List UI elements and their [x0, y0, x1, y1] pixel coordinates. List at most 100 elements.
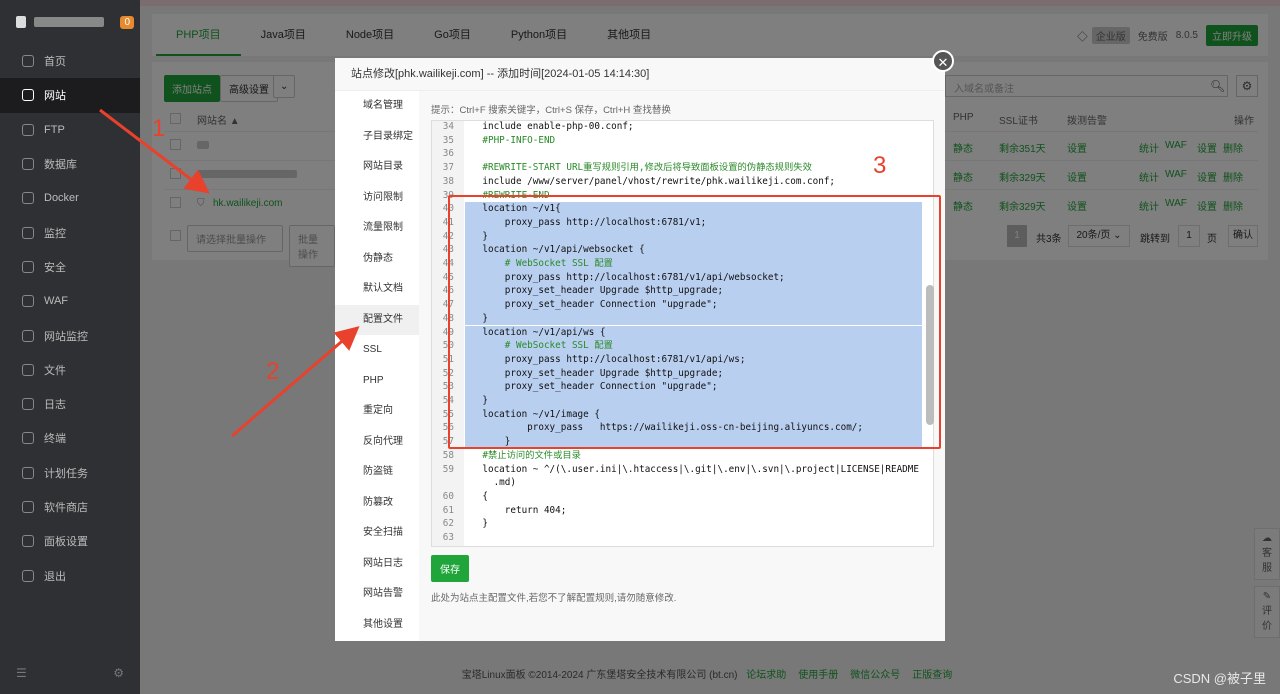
server-name-blurred: [34, 17, 104, 27]
sidebar-item-13[interactable]: 软件商店: [0, 490, 140, 524]
dialog-menu-item-11[interactable]: 反向代理: [335, 427, 419, 458]
close-icon[interactable]: ✕: [932, 50, 954, 72]
database-icon: [22, 158, 34, 171]
code-line: 59 location ~ ^/(\.user.ini|\.htaccess|\…: [432, 463, 922, 477]
dialog-menu-item-0[interactable]: 域名管理: [335, 91, 419, 122]
code-line: 61 return 404;: [432, 504, 922, 518]
code-text: include /www/server/panel/vhost/rewrite/…: [460, 175, 836, 187]
sidebar-menu: 首页网站 FTP 数据库 Docker 监控安全 WAF 网站监控文件日志终端计划任务 软件商…: [0, 44, 140, 593]
code-text: include enable-php-00.conf;: [460, 121, 634, 132]
settings-gear-icon[interactable]: ⚙: [113, 666, 124, 680]
sidebar-item-6[interactable]: 安全: [0, 250, 140, 284]
notification-count-badge[interactable]: 0: [120, 15, 134, 29]
dialog-menu-item-15[interactable]: 网站日志: [335, 549, 419, 580]
terminal-icon: [22, 432, 34, 445]
settings-icon: [22, 535, 34, 548]
dialog-menu-item-10[interactable]: 重定向: [335, 396, 419, 427]
save-button[interactable]: 保存: [431, 555, 469, 582]
editor-tip: 提示：Ctrl+F 搜索关键字，Ctrl+S 保存，Ctrl+H 查找替换: [431, 105, 671, 116]
sidebar-item-12[interactable]: 计划任务: [0, 456, 140, 490]
sidebar-item-11[interactable]: 终端: [0, 421, 140, 455]
sidebar-item-14[interactable]: 面板设置: [0, 524, 140, 558]
code-line: 36: [432, 147, 922, 161]
sidebar-item-10[interactable]: 日志: [0, 387, 140, 421]
line-number: 63: [442, 532, 454, 543]
sidebar-item-7[interactable]: WAF: [0, 284, 140, 318]
annotation-number-1: 1: [152, 115, 166, 142]
sidebar-item-label: 安全: [44, 261, 66, 274]
sidebar-item-5[interactable]: 监控: [0, 215, 140, 249]
dialog-menu-item-6[interactable]: 默认文档: [335, 274, 419, 305]
sidebar-item-9[interactable]: 文件: [0, 353, 140, 387]
dialog-menu-item-16[interactable]: 网站告警: [335, 579, 419, 610]
site-monitor-icon: [22, 329, 34, 342]
code-text: #PHP-INFO-END: [460, 134, 556, 146]
dialog-menu-item-1[interactable]: 子目录绑定: [335, 122, 419, 153]
logout-icon: [22, 569, 34, 582]
code-text: #一键申请SSL证书验证目录相关设置: [460, 546, 635, 547]
line-number: 58: [442, 449, 454, 461]
calendar-icon: [22, 466, 34, 479]
code-text: return 404;: [460, 504, 567, 516]
dialog-menu-item-8[interactable]: SSL: [335, 335, 419, 366]
dialog-menu-item-12[interactable]: 防盗链: [335, 457, 419, 488]
line-number: 37: [442, 162, 454, 174]
sidebar-item-label: 日志: [44, 399, 66, 412]
waf-icon: [22, 295, 34, 308]
ftp-icon: [22, 123, 34, 136]
sidebar-item-label: 网站监控: [44, 330, 88, 343]
sidebar-item-2[interactable]: FTP: [0, 113, 140, 147]
annotation-number-3: 3: [873, 152, 887, 179]
server-logo-icon: [16, 16, 26, 28]
sidebar-footer: ☰ ⚙: [16, 666, 124, 680]
code-line: 37 #REWRITE-START URL重写规则引用,修改后将导致面板设置的伪…: [432, 161, 922, 175]
sidebar-item-label: WAF: [44, 295, 69, 308]
sidebar-item-3[interactable]: 数据库: [0, 147, 140, 181]
dialog-title: 站点修改[phk.wailikeji.com] -- 添加时间[2024-01-…: [335, 58, 945, 91]
dialog-menu-item-5[interactable]: 伪静态: [335, 244, 419, 275]
code-line: .md): [432, 476, 922, 490]
shield-icon: [22, 260, 34, 273]
dialog-menu-item-7[interactable]: 配置文件: [335, 304, 419, 335]
sidebar-item-4[interactable]: Docker: [0, 181, 140, 215]
dialog-menu-item-17[interactable]: 其他设置: [335, 610, 419, 641]
code-text: {: [460, 490, 488, 502]
sidebar-item-label: FTP: [44, 123, 65, 136]
sidebar-item-label: 文件: [44, 364, 66, 377]
sidebar-item-label: 终端: [44, 433, 66, 446]
dialog-menu-item-13[interactable]: 防篡改: [335, 488, 419, 519]
collapse-icon[interactable]: ☰: [16, 666, 27, 680]
store-icon: [22, 501, 34, 513]
code-text: location ~ ^/(\.user.ini|\.htaccess|\.gi…: [460, 463, 919, 475]
sidebar-item-label: 退出: [44, 570, 66, 583]
sidebar-item-0[interactable]: 首页: [0, 44, 140, 78]
sidebar-item-label: 网站: [44, 90, 66, 103]
code-text: #禁止访问的文件或目录: [460, 449, 581, 461]
globe-icon: [22, 89, 34, 102]
dialog-menu-item-4[interactable]: 流量限制: [335, 213, 419, 244]
annotation-highlight-box: [448, 195, 941, 449]
app-root: { "sidebar": { "count_badge": "0", "item…: [0, 0, 1280, 694]
sidebar-item-1[interactable]: 网站: [0, 78, 140, 113]
code-text: .md): [460, 477, 516, 489]
dialog-menu-item-3[interactable]: 访问限制: [335, 183, 419, 214]
code-line: 62 }: [432, 517, 922, 531]
dialog-menu: 域名管理 子目录绑定 网站目录 访问限制 流量限制 伪静态 默认文档 配置文件 SSL PHP 重定…: [335, 91, 419, 641]
code-line: 34 include enable-php-00.conf;: [432, 121, 922, 134]
line-number: 59: [442, 463, 454, 475]
sidebar-item-15[interactable]: 退出: [0, 558, 140, 592]
sidebar: 0 首页网站 FTP 数据库 Docker 监控安全 WAF 网站监控文件日志终端计划任务软…: [0, 0, 140, 694]
folder-icon: [22, 363, 34, 376]
dialog-menu-item-2[interactable]: 网站目录: [335, 152, 419, 183]
line-number: 60: [442, 490, 454, 502]
code-line: 64 #一键申请SSL证书验证目录相关设置: [432, 545, 922, 547]
dialog-menu-item-9[interactable]: PHP: [335, 366, 419, 397]
line-number: 36: [442, 148, 454, 160]
code-line: 60 {: [432, 490, 922, 504]
sidebar-item-label: 首页: [44, 56, 66, 69]
sidebar-item-label: 面板设置: [44, 536, 88, 549]
line-number: 64: [432, 545, 460, 547]
sidebar-item-8[interactable]: 网站监控: [0, 318, 140, 352]
dialog-menu-item-14[interactable]: 安全扫描: [335, 518, 419, 549]
code-line: 38 include /www/server/panel/vhost/rewri…: [432, 175, 922, 189]
